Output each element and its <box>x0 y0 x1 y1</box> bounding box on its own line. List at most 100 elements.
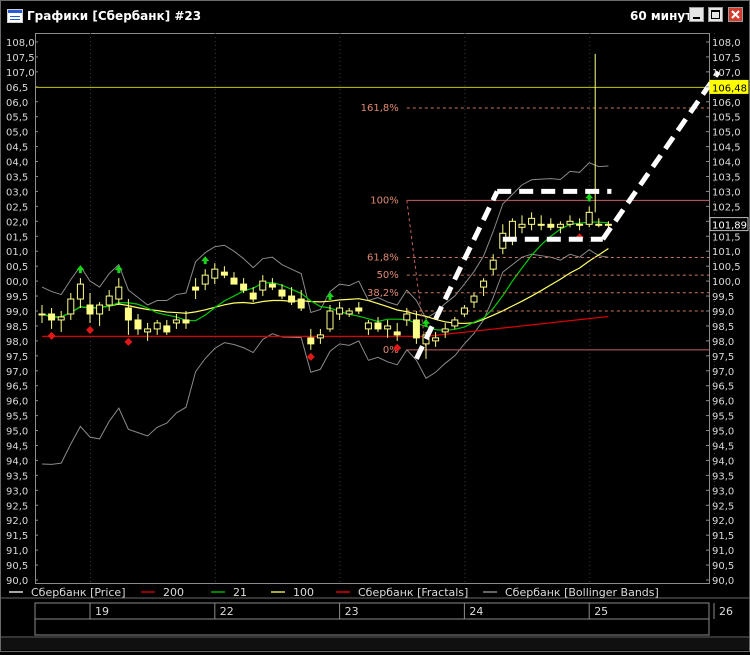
legend-label: Сбербанк [Price] <box>31 586 126 599</box>
candle-body <box>326 310 334 330</box>
price-chart[interactable]: 161,8%100%61,8%50%38,2%0% 108,0 108,0107,… <box>1 31 749 651</box>
right-tick-label: 94,5 <box>712 442 734 453</box>
right-tick-label: 101,5 <box>712 232 741 243</box>
candle-body <box>48 313 56 321</box>
left-tick-label: 108,0 <box>6 38 35 49</box>
left-tick-label: 06,5 <box>6 83 28 94</box>
right-tick-label: 91,0 <box>712 546 734 557</box>
chart-area[interactable]: 161,8% 100% 61,8% 50% 38,2% 0% 108,0 108,0 107,… <box>1 31 749 651</box>
candle-body <box>441 328 449 333</box>
date-label: 24 <box>469 605 483 618</box>
left-tick-label: 92,5 <box>6 501 28 512</box>
left-tick-label: 91,5 <box>6 531 28 542</box>
candle-body <box>566 220 574 225</box>
maximize-icon <box>711 10 720 19</box>
candle-body <box>192 286 200 291</box>
right-tick-label: 105,5 <box>712 113 741 124</box>
left-tick-label: 90,0 <box>6 576 28 587</box>
left-tick-label: 00,0 <box>6 277 28 288</box>
legend-label: Сбербанк [Fractals] <box>358 586 468 599</box>
legend-label: 100 <box>293 586 314 599</box>
right-tick-label: 104,0 <box>712 158 741 169</box>
left-tick-label: 95,0 <box>6 427 28 438</box>
right-tick-label: 106,0 <box>712 98 741 109</box>
left-tick-label: 93,0 <box>6 486 28 497</box>
legend-label: 200 <box>163 586 184 599</box>
candle-body <box>153 322 161 330</box>
left-tick-label: 90,5 <box>6 561 28 572</box>
candle-body <box>528 217 536 225</box>
right-tick-label: 103,5 <box>712 172 741 183</box>
left-tick-label: 97,0 <box>6 367 28 378</box>
left-tick-label: 107,5 <box>6 53 35 64</box>
left-tick-label: 95,5 <box>6 412 28 423</box>
candle-body <box>297 298 305 309</box>
right-tick-label: 107,5 <box>712 53 741 64</box>
candle-body <box>451 319 459 327</box>
candle-body <box>172 319 180 324</box>
candle-body <box>547 223 555 228</box>
right-tick-label: 90,0 <box>712 576 734 587</box>
candle-body <box>518 223 526 228</box>
timeframe-label[interactable]: 60 минут <box>630 9 692 23</box>
horizontal-scrollbar <box>1 638 749 650</box>
legend-label: Сбербанк [Bollinger Bands] <box>505 586 659 599</box>
close-button[interactable] <box>728 7 743 22</box>
candle-body <box>144 328 152 333</box>
right-tick-label: 98,0 <box>712 337 734 348</box>
chart-window: Графики [Сбербанк] #23 60 минут 161,8% 10… <box>0 0 750 652</box>
candle-body <box>403 313 411 321</box>
time-axis[interactable]: 19 22 23 24 25 26 <box>1 602 749 650</box>
price-marker-label: 106,48 <box>712 83 747 94</box>
right-tick-label: 107,0 <box>712 68 741 79</box>
chart-window-icon <box>7 9 23 23</box>
candle-body <box>105 295 113 306</box>
candle-body <box>576 223 584 226</box>
candle-body <box>345 310 353 315</box>
date-label: 23 <box>345 605 359 618</box>
left-tick-label: 02,0 <box>6 217 28 228</box>
minimize-icon <box>693 17 700 19</box>
left-tick-label: 03,5 <box>6 172 28 183</box>
left-tick-label: 93,5 <box>6 471 28 482</box>
right-tick-label: 95,5 <box>712 412 734 423</box>
candle-body <box>432 337 440 342</box>
candle-body <box>115 286 123 300</box>
candle-body <box>604 223 612 226</box>
title-bar[interactable]: Графики [Сбербанк] #23 60 минут <box>1 1 749 31</box>
candle-body <box>460 307 468 315</box>
date-label: 25 <box>594 605 608 618</box>
right-tick-label: 100,5 <box>712 262 741 273</box>
left-tick-label: 03,0 <box>6 187 28 198</box>
candle-body <box>38 313 46 316</box>
right-tick-label: 103,0 <box>712 187 741 198</box>
fib-level-label: 61,8% <box>367 252 399 263</box>
candle-body <box>278 289 286 297</box>
right-tick-label: 100,0 <box>712 277 741 288</box>
left-tick-label: 01,0 <box>6 247 28 258</box>
left-tick-label: 99,5 <box>6 292 28 303</box>
candle-body <box>230 277 238 285</box>
candle-body <box>259 280 267 291</box>
maximize-button[interactable] <box>708 7 723 22</box>
minimize-button[interactable] <box>689 7 704 22</box>
left-tick-label: 107,0 <box>6 68 35 79</box>
date-label: 22 <box>220 605 234 618</box>
candle-body <box>480 280 488 288</box>
candle-body <box>595 223 603 226</box>
right-tick-label: 93,0 <box>712 486 734 497</box>
right-tick-label: 96,5 <box>712 382 734 393</box>
candle-body <box>67 298 75 315</box>
candle-body <box>508 220 516 240</box>
right-tick-label: 98,5 <box>712 322 734 333</box>
right-tick-label: 102,5 <box>712 202 741 213</box>
left-tick-label: 05,0 <box>6 128 28 139</box>
left-tick-label: 94,0 <box>6 456 28 467</box>
candle-body <box>57 316 65 321</box>
left-tick-label: 00,5 <box>6 262 28 273</box>
fib-level-label: 38,2% <box>367 288 399 299</box>
candle-body <box>556 223 564 228</box>
left-tick-label: 96,5 <box>6 382 28 393</box>
candle-body <box>537 223 545 226</box>
left-tick-label: 04,5 <box>6 143 28 154</box>
